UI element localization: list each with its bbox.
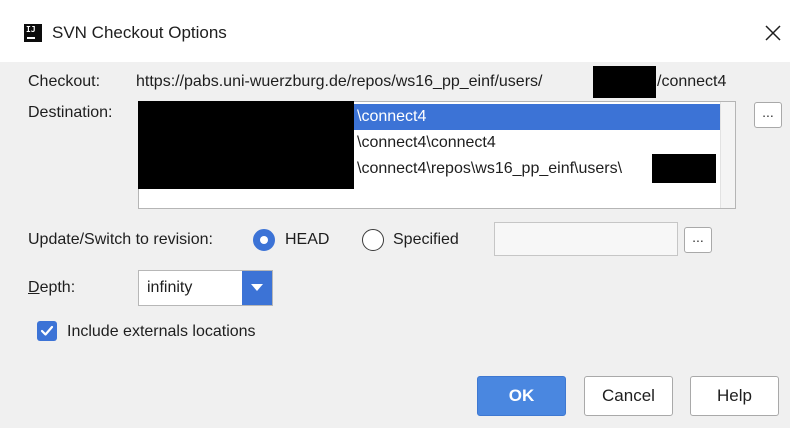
revision-browse-button[interactable]: ... [684,227,712,253]
depth-value: infinity [147,279,193,296]
close-icon [765,25,781,41]
app-icon-text: IJ [26,25,36,34]
checkout-url-prefix: https://pabs.uni-wuerzburg.de/repos/ws16… [136,73,543,90]
head-radio-label: HEAD [285,231,330,248]
destination-item-text: \connect4 [357,108,427,125]
destination-item-text: \connect4\repos\ws16_pp_einf\users\ [357,160,623,177]
include-externals-label[interactable]: Include externals locations [67,323,256,341]
checkmark-icon [40,325,54,336]
intellij-logo-icon: IJ [24,24,42,42]
window-title: SVN Checkout Options [52,23,227,42]
redacted-path-prefix [138,101,354,189]
specified-radio-label: Specified [393,231,459,248]
close-button[interactable] [758,18,788,48]
destination-browse-button[interactable]: ... [754,102,782,128]
depth-label-mnemonic: D [28,279,40,296]
destination-scrollbar[interactable] [720,102,735,208]
svn-checkout-dialog: IJ SVN Checkout Options Checkout: https:… [0,0,790,428]
chevron-down-icon [251,284,263,291]
title-bar: IJ SVN Checkout Options [0,0,790,62]
specified-revision-input[interactable] [494,222,678,256]
depth-label-rest: epth: [39,279,76,296]
cancel-button[interactable]: Cancel [584,376,673,416]
checkout-url-suffix: /connect4 [657,73,727,90]
head-radio[interactable] [253,229,275,251]
checkout-label: Checkout: [28,73,101,90]
depth-label: Depth: [28,279,75,297]
depth-dropdown-button[interactable] [242,271,272,305]
depth-select[interactable]: infinity [138,270,273,306]
revision-label: Update/Switch to revision: [28,231,213,248]
destination-item-text: \connect4\connect4 [357,134,496,151]
destination-label: Destination: [28,104,113,121]
help-button[interactable]: Help [690,376,779,416]
specified-radio[interactable] [362,229,384,251]
redacted-path-suffix [652,154,716,183]
ok-button[interactable]: OK [477,376,566,416]
include-externals-checkbox[interactable] [37,321,57,341]
redacted-username [593,66,656,98]
